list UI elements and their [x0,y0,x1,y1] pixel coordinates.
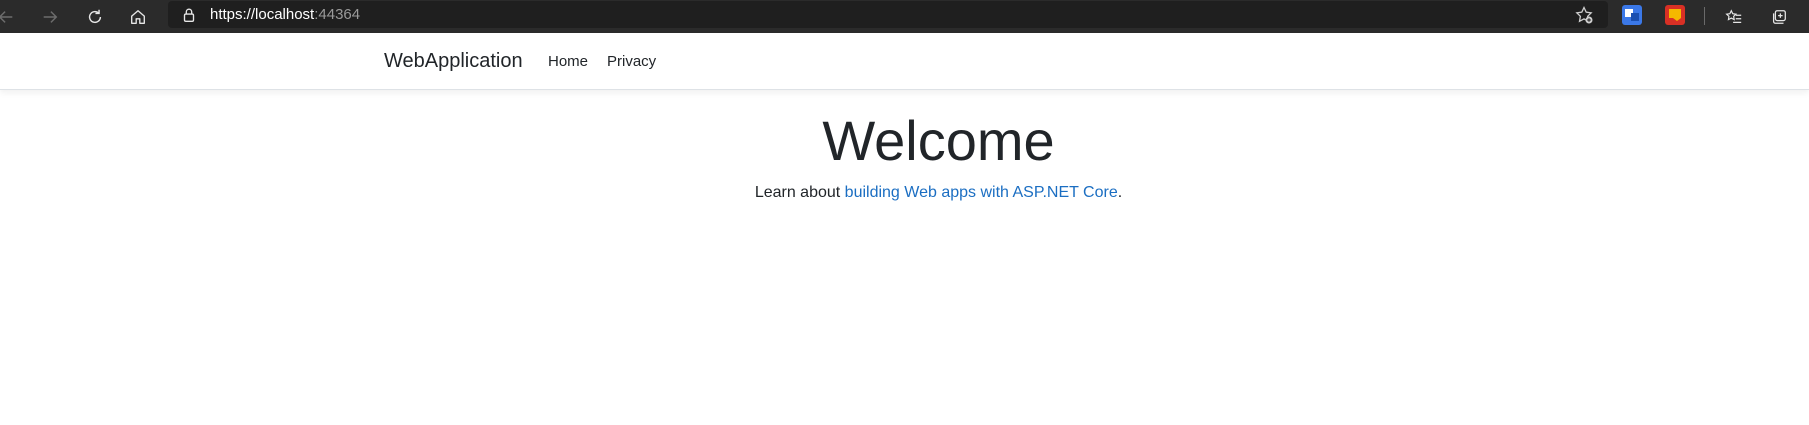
back-button[interactable] [0,3,20,31]
refresh-icon [88,9,102,24]
brand-link[interactable]: WebApplication [384,50,523,73]
home-button[interactable] [124,3,152,31]
site-navbar: WebApplication Home Privacy [0,33,1809,90]
favorites-button[interactable] [1720,3,1748,31]
refresh-button[interactable] [81,3,109,31]
browser-toolbar: https://localhost:44364 [0,0,1809,33]
forward-button[interactable] [36,3,64,31]
collections-icon [1772,10,1786,24]
docs-link[interactable]: building Web apps with ASP.NET Core [845,184,1118,201]
intro-suffix: . [1117,184,1123,201]
favorites-list-icon [1725,9,1742,24]
url-port: :44364 [314,6,361,23]
translate-icon[interactable] [1622,5,1642,25]
lock-icon[interactable] [180,6,198,24]
page-title: Welcome [822,109,1055,172]
collections-button[interactable] [1765,3,1793,31]
address-bar[interactable] [168,1,1608,28]
nav-link-home[interactable]: Home [548,53,588,70]
back-arrow-icon [0,11,13,23]
intro-prefix: Learn about [754,184,845,201]
star-add-icon[interactable] [1574,5,1594,25]
intro-text: Learn about building Web apps with ASP.N… [0,184,1809,202]
extension-icon[interactable] [1665,5,1685,25]
url-text[interactable]: https://localhost:44364 [210,6,360,23]
url-host: https://localhost [210,6,315,23]
forward-arrow-icon [43,11,58,23]
home-icon [131,10,145,24]
toolbar-separator [1704,7,1705,25]
nav-link-privacy[interactable]: Privacy [607,53,656,70]
